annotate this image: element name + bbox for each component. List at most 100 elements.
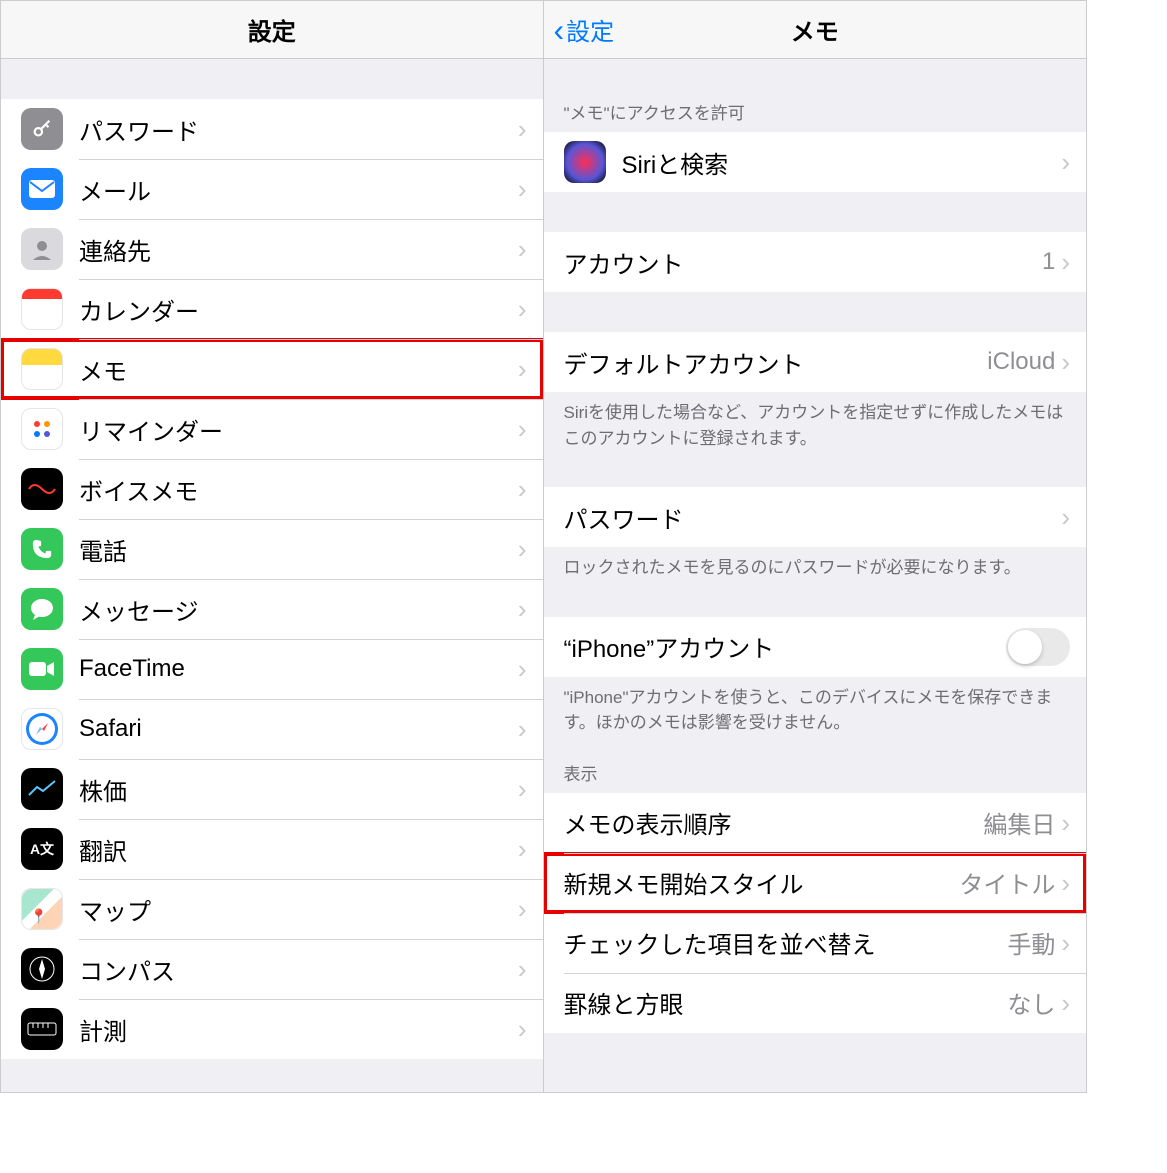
chevron-right-icon: ›	[518, 716, 527, 742]
chevron-right-icon: ›	[518, 236, 527, 262]
row-lines-grids[interactable]: 罫線と方眼 なし ›	[544, 973, 1087, 1033]
row-label: メモの表示順序	[564, 805, 984, 840]
row-new-note-style[interactable]: 新規メモ開始スタイル タイトル ›	[544, 853, 1087, 913]
row-label: 罫線と方眼	[564, 985, 1008, 1020]
chevron-right-icon: ›	[518, 536, 527, 562]
back-button[interactable]: ‹ 設定	[554, 12, 615, 47]
chevron-right-icon: ›	[1061, 990, 1070, 1016]
row-label: アカウント	[564, 245, 1042, 280]
row-iphone-account[interactable]: “iPhone”アカウント	[544, 617, 1087, 677]
footer-default-account: Siriを使用した場合など、アカウントを指定せずに作成したメモはこのアカウントに…	[544, 392, 1087, 459]
row-sort-order[interactable]: メモの表示順序 編集日 ›	[544, 793, 1087, 853]
row-label: パスワード	[564, 500, 1062, 535]
chevron-right-icon: ›	[1061, 249, 1070, 275]
reminders-icon	[21, 408, 63, 450]
siri-icon	[564, 141, 606, 183]
row-contacts[interactable]: 連絡先 ›	[1, 219, 543, 279]
row-value: iCloud	[987, 348, 1055, 376]
translate-icon: A文	[21, 828, 63, 870]
chevron-right-icon: ›	[518, 476, 527, 502]
chevron-right-icon: ›	[518, 776, 527, 802]
chevron-right-icon: ›	[1061, 810, 1070, 836]
notes-title: メモ	[791, 12, 839, 47]
row-label: Safari	[79, 715, 518, 743]
phone-icon	[21, 528, 63, 570]
row-label: カレンダー	[79, 292, 518, 327]
row-value: 1	[1042, 248, 1055, 276]
row-label: “iPhone”アカウント	[564, 629, 1007, 664]
measure-icon	[21, 1008, 63, 1050]
row-messages[interactable]: メッセージ ›	[1, 579, 543, 639]
maps-icon: 📍	[21, 888, 63, 930]
row-label: パスワード	[79, 112, 518, 147]
row-notes[interactable]: メモ ›	[1, 339, 543, 399]
chevron-right-icon: ›	[1061, 349, 1070, 375]
settings-title: 設定	[248, 12, 296, 47]
chevron-right-icon: ›	[518, 116, 527, 142]
stocks-icon	[21, 768, 63, 810]
row-value: タイトル	[959, 865, 1055, 900]
facetime-icon	[21, 648, 63, 690]
row-label: マップ	[79, 892, 518, 927]
row-label: チェックした項目を並べ替え	[564, 925, 1008, 960]
footer-iphone-account: "iPhone"アカウントを使うと、このデバイスにメモを保存できます。ほかのメモ…	[544, 677, 1087, 744]
row-label: 株価	[79, 772, 518, 807]
row-label: デフォルトアカウント	[564, 345, 988, 380]
row-siri-search[interactable]: Siriと検索 ›	[544, 132, 1087, 192]
row-value: なし	[1007, 985, 1055, 1020]
row-label: リマインダー	[79, 412, 518, 447]
settings-header: 設定	[1, 1, 543, 59]
chevron-right-icon: ›	[518, 896, 527, 922]
row-voicememo[interactable]: ボイスメモ ›	[1, 459, 543, 519]
row-label: 新規メモ開始スタイル	[564, 865, 960, 900]
mail-icon	[21, 168, 63, 210]
row-phone[interactable]: 電話 ›	[1, 519, 543, 579]
row-calendar[interactable]: カレンダー ›	[1, 279, 543, 339]
row-translate[interactable]: A文 翻訳 ›	[1, 819, 543, 879]
chevron-right-icon: ›	[1061, 930, 1070, 956]
group-header-allow: "メモ"にアクセスを許可	[544, 59, 1087, 132]
chevron-right-icon: ›	[518, 956, 527, 982]
row-label: 電話	[79, 532, 518, 567]
compass-icon	[21, 948, 63, 990]
footer-password: ロックされたメモを見るのにパスワードが必要になります。	[544, 547, 1087, 589]
row-measure[interactable]: 計測 ›	[1, 999, 543, 1059]
row-reminders[interactable]: リマインダー ›	[1, 399, 543, 459]
row-label: ボイスメモ	[79, 472, 518, 507]
row-label: コンパス	[79, 952, 518, 987]
back-label: 設定	[566, 12, 614, 47]
row-passwords[interactable]: パスワード ›	[1, 99, 543, 159]
chevron-right-icon: ›	[518, 1016, 527, 1042]
row-label: メモ	[79, 352, 518, 387]
row-value: 編集日	[983, 805, 1055, 840]
calendar-icon	[21, 288, 63, 330]
chevron-right-icon: ›	[1061, 149, 1070, 175]
row-maps[interactable]: 📍 マップ ›	[1, 879, 543, 939]
row-safari[interactable]: Safari ›	[1, 699, 543, 759]
row-accounts[interactable]: アカウント 1 ›	[544, 232, 1087, 292]
safari-icon	[21, 708, 63, 750]
row-label: メール	[79, 172, 518, 207]
iphone-account-switch[interactable]	[1006, 628, 1070, 666]
row-checked-items[interactable]: チェックした項目を並べ替え 手動 ›	[544, 913, 1087, 973]
row-label: メッセージ	[79, 592, 518, 627]
row-default-account[interactable]: デフォルトアカウント iCloud ›	[544, 332, 1087, 392]
row-label: 翻訳	[79, 832, 518, 867]
chevron-right-icon: ›	[518, 596, 527, 622]
chevron-left-icon: ‹	[554, 14, 565, 46]
chevron-right-icon: ›	[518, 176, 527, 202]
row-label: Siriと検索	[622, 145, 1062, 180]
row-compass[interactable]: コンパス ›	[1, 939, 543, 999]
notes-icon	[21, 348, 63, 390]
row-mail[interactable]: メール ›	[1, 159, 543, 219]
group-header-display: 表示	[544, 744, 1087, 793]
chevron-right-icon: ›	[518, 836, 527, 862]
voicememo-icon	[21, 468, 63, 510]
chevron-right-icon: ›	[518, 296, 527, 322]
chevron-right-icon: ›	[1061, 870, 1070, 896]
contacts-icon	[21, 228, 63, 270]
row-stocks[interactable]: 株価 ›	[1, 759, 543, 819]
row-password[interactable]: パスワード ›	[544, 487, 1087, 547]
messages-icon	[21, 588, 63, 630]
row-facetime[interactable]: FaceTime ›	[1, 639, 543, 699]
